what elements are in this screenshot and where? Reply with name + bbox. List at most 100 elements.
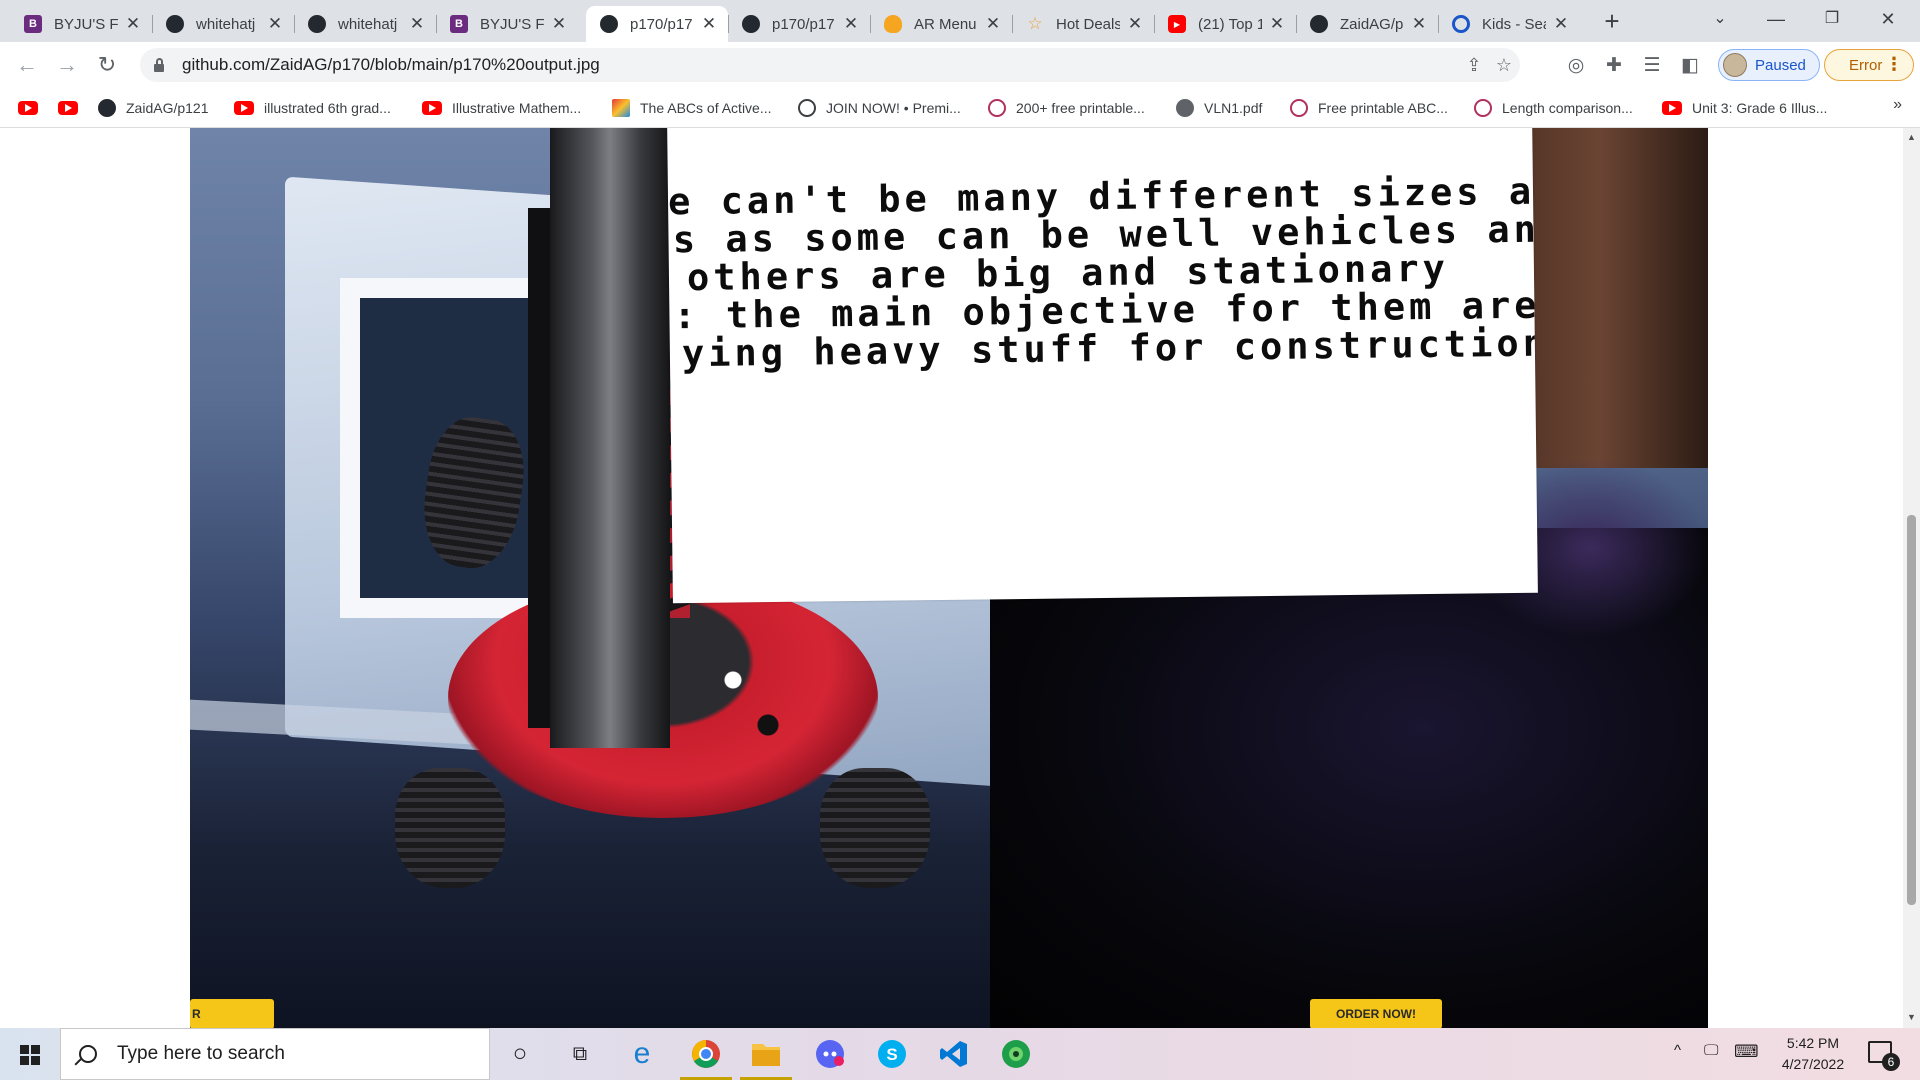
bookmark-item[interactable]: 200+ free printable...: [988, 96, 1145, 120]
bookmark-item[interactable]: Free printable ABC...: [1290, 96, 1448, 120]
close-icon[interactable]: ✕: [1126, 14, 1144, 34]
tab-title: Kids - Sea: [1482, 15, 1546, 33]
tab-title: Hot Deals: [1056, 15, 1120, 33]
scrollbar-thumb[interactable]: [1907, 515, 1916, 905]
chrome-icon[interactable]: [680, 1036, 732, 1080]
windows-start-icon[interactable]: [20, 1045, 40, 1065]
close-icon[interactable]: ✕: [266, 14, 284, 34]
fire-icon: [884, 15, 902, 33]
tab-search-chevron-icon[interactable]: ⌄: [1692, 0, 1748, 40]
scroll-up-icon[interactable]: ▲: [1907, 132, 1916, 142]
tab-strip: B BYJU'S Fu ✕ whitehatj ✕ whitehatj ✕ B …: [0, 0, 1920, 42]
bookmark-star-icon[interactable]: ☆: [1494, 55, 1514, 75]
close-icon[interactable]: ✕: [124, 14, 142, 34]
order-now-button: ORDER NOW!: [1310, 999, 1442, 1028]
bookmark-label: illustrated 6th grad...: [264, 100, 391, 116]
close-icon[interactable]: ✕: [408, 14, 426, 34]
url-text[interactable]: github.com/ZaidAG/p170/blob/main/p170%20…: [182, 55, 600, 75]
tab-title: whitehatj: [196, 15, 256, 33]
close-icon[interactable]: ✕: [842, 14, 860, 34]
tray-chevron-icon[interactable]: ^: [1674, 1042, 1681, 1059]
tab-byjus-2[interactable]: B BYJU'S Fu ✕: [436, 6, 578, 42]
error-button[interactable]: Error ⋮: [1824, 49, 1914, 81]
lock-icon[interactable]: [152, 58, 166, 72]
more-vert-icon[interactable]: ⋮: [1885, 54, 1903, 75]
side-panel-icon[interactable]: ◧: [1678, 54, 1702, 78]
restore-icon[interactable]: ❐: [1804, 0, 1860, 40]
close-icon[interactable]: ✕: [1268, 14, 1286, 34]
github-icon: [166, 15, 184, 33]
byjus-icon: B: [450, 15, 468, 33]
edge-icon[interactable]: e: [624, 1036, 660, 1072]
close-icon[interactable]: ✕: [1410, 14, 1428, 34]
bookmark-label: Length comparison...: [1502, 100, 1633, 116]
cortana-icon[interactable]: ○: [502, 1036, 538, 1072]
bookmark-item[interactable]: [58, 96, 88, 120]
tab-p170[interactable]: p170/p17 ✕: [728, 6, 870, 42]
error-label: Error: [1849, 56, 1883, 74]
sign-line: ying heavy stuff for construction: [681, 321, 1538, 376]
tab-hot-deals[interactable]: ☆ Hot Deals ✕: [1012, 6, 1154, 42]
avatar: [1723, 53, 1747, 77]
tab-kids-search[interactable]: Kids - Sea ✕: [1438, 6, 1580, 42]
svg-text:S: S: [886, 1045, 897, 1064]
bookmark-item[interactable]: ZaidAG/p121: [98, 96, 209, 120]
bookmark-item[interactable]: illustrated 6th grad...: [234, 96, 391, 120]
taskbar-search[interactable]: Type here to search: [60, 1028, 490, 1080]
scroll-down-icon[interactable]: ▼: [1907, 1012, 1916, 1022]
tab-youtube[interactable]: ▶ (21) Top 1 ✕: [1154, 6, 1296, 42]
file-explorer-icon[interactable]: [740, 1036, 792, 1080]
abc-icon: [612, 99, 630, 117]
bookmark-label: 200+ free printable...: [1016, 100, 1145, 116]
bookmarks-overflow-icon[interactable]: »: [1893, 96, 1902, 114]
bookmark-item[interactable]: [18, 96, 48, 120]
network-icon[interactable]: 🖵: [1704, 1042, 1718, 1059]
bookmark-label: Unit 3: Grade 6 Illus...: [1692, 100, 1828, 116]
tab-byjus-1[interactable]: B BYJU'S Fu ✕: [10, 6, 152, 42]
task-view-icon[interactable]: ⧉: [562, 1036, 598, 1072]
back-icon[interactable]: ←: [12, 50, 42, 80]
page-scrollbar[interactable]: ▲ ▼: [1903, 128, 1920, 1028]
youtube-icon: ▶: [1168, 15, 1186, 33]
vscode-icon[interactable]: [936, 1036, 972, 1072]
close-icon[interactable]: ✕: [984, 14, 1002, 34]
crane-wheel: [820, 768, 930, 888]
tab-github-whitehat-1[interactable]: whitehatj ✕: [152, 6, 294, 42]
minimize-icon[interactable]: —: [1748, 0, 1804, 40]
tab-title: AR Menu: [914, 15, 977, 33]
bookmark-item[interactable]: VLN1.pdf: [1176, 96, 1262, 120]
profile-paused-button[interactable]: Paused: [1718, 49, 1820, 81]
close-icon[interactable]: ✕: [1552, 14, 1570, 34]
window-close-icon[interactable]: ✕: [1860, 0, 1916, 40]
printable-icon: [1290, 99, 1308, 117]
keyboard-icon[interactable]: ⌨: [1734, 1042, 1759, 1062]
system-clock[interactable]: 5:42 PM 4/27/2022: [1768, 1033, 1858, 1075]
tab-github-whitehat-2[interactable]: whitehatj ✕: [294, 6, 436, 42]
extensions-puzzle-icon[interactable]: ✚: [1602, 54, 1626, 78]
close-icon[interactable]: ✕: [700, 14, 718, 34]
taskbar-search-placeholder[interactable]: Type here to search: [117, 1043, 285, 1065]
bookmark-item[interactable]: Unit 3: Grade 6 Illus...: [1662, 96, 1827, 120]
close-icon[interactable]: ✕: [550, 14, 568, 34]
tab-p170-active[interactable]: p170/p17 ✕: [586, 6, 728, 42]
edge-dev-icon[interactable]: [998, 1036, 1034, 1072]
address-bar[interactable]: github.com/ZaidAG/p170/blob/main/p170%20…: [140, 48, 1520, 82]
skype-icon[interactable]: S: [874, 1036, 910, 1072]
notifications-icon[interactable]: 6: [1868, 1041, 1900, 1071]
bookmark-item[interactable]: JOIN NOW! • Premi...: [798, 96, 961, 120]
tab-zaidag[interactable]: ZaidAG/p ✕: [1296, 6, 1438, 42]
new-tab-button[interactable]: +: [1598, 8, 1626, 36]
share-icon[interactable]: ⇪: [1464, 55, 1484, 75]
youtube-icon: [58, 101, 78, 115]
bookmark-item[interactable]: Illustrative Mathem...: [422, 96, 581, 120]
tab-ar-menu[interactable]: AR Menu ✕: [870, 6, 1012, 42]
ring-icon: [1452, 15, 1470, 33]
media-control-icon[interactable]: ☰: [1640, 54, 1664, 78]
discord-icon[interactable]: [812, 1036, 848, 1072]
forward-icon[interactable]: →: [52, 50, 82, 80]
reload-icon[interactable]: ↻: [92, 50, 122, 80]
bookmark-item[interactable]: The ABCs of Active...: [612, 96, 772, 120]
extension-globe-icon[interactable]: ◎: [1564, 54, 1588, 78]
bookmark-item[interactable]: Length comparison...: [1474, 96, 1633, 120]
ar-info-sign: e can't be many different sizes and es a…: [667, 128, 1538, 604]
